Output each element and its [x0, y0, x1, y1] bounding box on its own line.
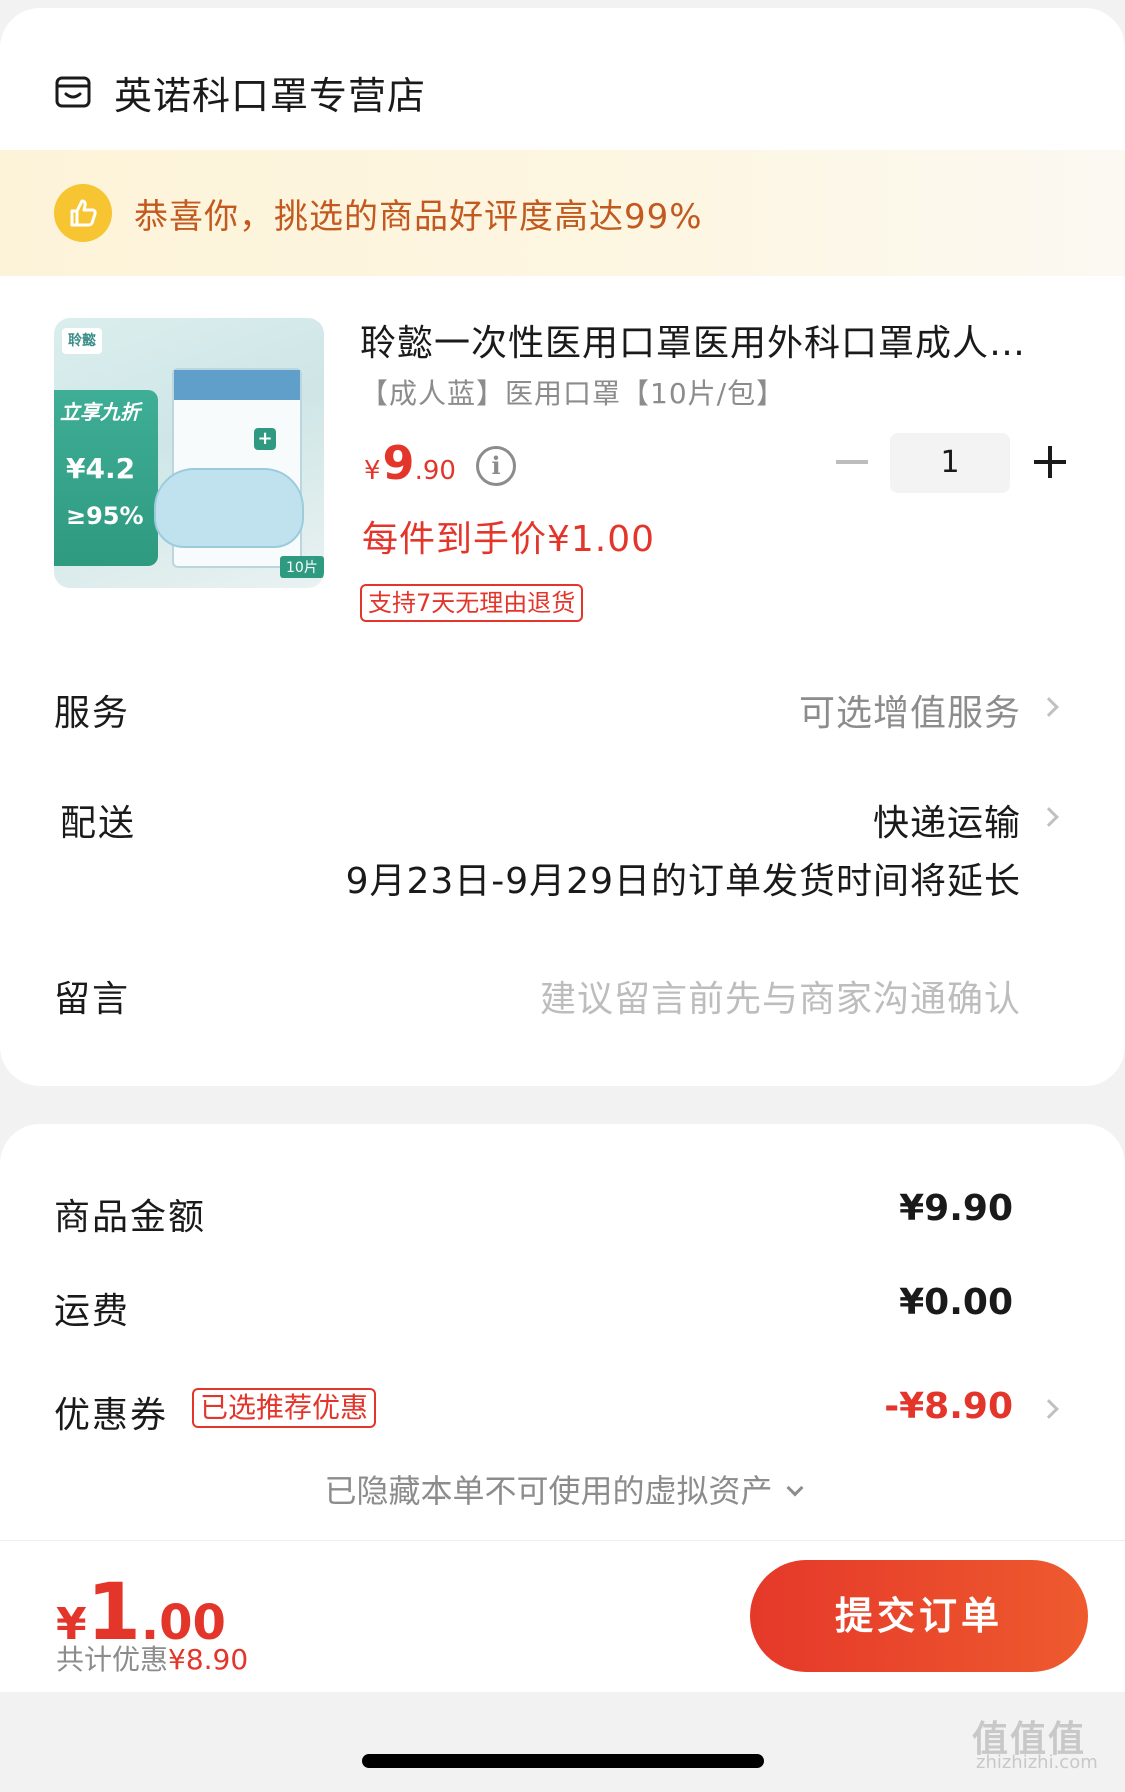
service-value[interactable]: 可选增值服务	[799, 684, 1021, 736]
store-name: 英诺科口罩专营店	[114, 73, 427, 118]
quantity-increase-button[interactable]	[1034, 446, 1066, 478]
quantity-input[interactable]: 1	[890, 433, 1010, 493]
rating-banner: 恭喜你，挑选的商品好评度高达99%	[0, 150, 1125, 276]
mask-illustration	[154, 468, 304, 548]
hidden-assets-text: 已隐藏本单不可使用的虚拟资产	[324, 1472, 773, 1510]
product-price: ¥ 9 .90	[364, 436, 456, 490]
service-label: 服务	[54, 693, 131, 734]
goods-amount-label: 商品金额	[54, 1197, 207, 1238]
delivery-label: 配送	[60, 803, 137, 844]
price-currency: ¥	[364, 456, 381, 486]
coupon-label: 优惠券	[54, 1395, 169, 1436]
per-item-price: 每件到手价¥1.00	[362, 519, 656, 560]
message-input[interactable]: 建议留言前先与商家沟通确认	[540, 970, 1021, 1022]
shipping-value: ¥0.00	[899, 1282, 1013, 1323]
shipping-label: 运费	[54, 1291, 131, 1332]
watermark-sub: zhizhizhi.com	[976, 1752, 1098, 1773]
hidden-assets-toggle[interactable]: 已隐藏本单不可使用的虚拟资产	[0, 1466, 1125, 1512]
quantity-decrease-button[interactable]	[836, 460, 868, 464]
total-discount-label: 共计优惠	[56, 1643, 169, 1676]
pack-count-label: 10片	[280, 556, 324, 578]
banner-text: 恭喜你，挑选的商品好评度高达99%	[134, 196, 703, 237]
product-promo-price: ¥4.2	[66, 452, 136, 485]
product-promo-panel: 立享九折 ¥4.2 ≥95%	[54, 390, 158, 566]
product-image-badge: 聆懿	[62, 328, 102, 354]
delivery-note: 9月23日-9月29日的订单发货时间将延长	[345, 861, 1021, 902]
home-indicator	[362, 1754, 764, 1768]
store-icon	[55, 76, 91, 108]
price-decimal: .90	[414, 456, 456, 486]
total-discount-value: ¥8.90	[168, 1643, 249, 1676]
thumbs-up-icon	[54, 184, 112, 242]
info-icon[interactable]: i	[476, 446, 516, 486]
goods-amount-value: ¥9.90	[899, 1188, 1013, 1229]
product-promo-rate: ≥95%	[66, 502, 144, 530]
product-title[interactable]: 聆懿一次性医用口罩医用外科口罩成人三层防护透气独立包装	[360, 314, 1040, 366]
coupon-value[interactable]: -¥8.90	[884, 1386, 1013, 1427]
price-integer: 9	[382, 436, 415, 490]
medical-cross-icon: +	[254, 428, 276, 450]
store-header[interactable]: 英诺科口罩专营店	[54, 62, 426, 122]
product-spec[interactable]: 【成人蓝】医用口罩【10片/包】	[360, 372, 785, 412]
return-policy-tag: 支持7天无理由退货	[360, 584, 584, 622]
coupon-tag[interactable]: 已选推荐优惠	[192, 1388, 377, 1428]
product-image[interactable]: 聆懿 立享九折 ¥4.2 ≥95% + 10片	[54, 318, 324, 588]
message-label: 留言	[54, 979, 131, 1020]
total-discount: 共计优惠¥8.90	[56, 1638, 248, 1678]
submit-order-button[interactable]: 提交订单	[750, 1560, 1088, 1672]
chevron-down-icon	[786, 1479, 803, 1497]
product-promo-text: 立享九折	[60, 400, 140, 424]
delivery-value[interactable]: 快递运输	[873, 794, 1021, 846]
